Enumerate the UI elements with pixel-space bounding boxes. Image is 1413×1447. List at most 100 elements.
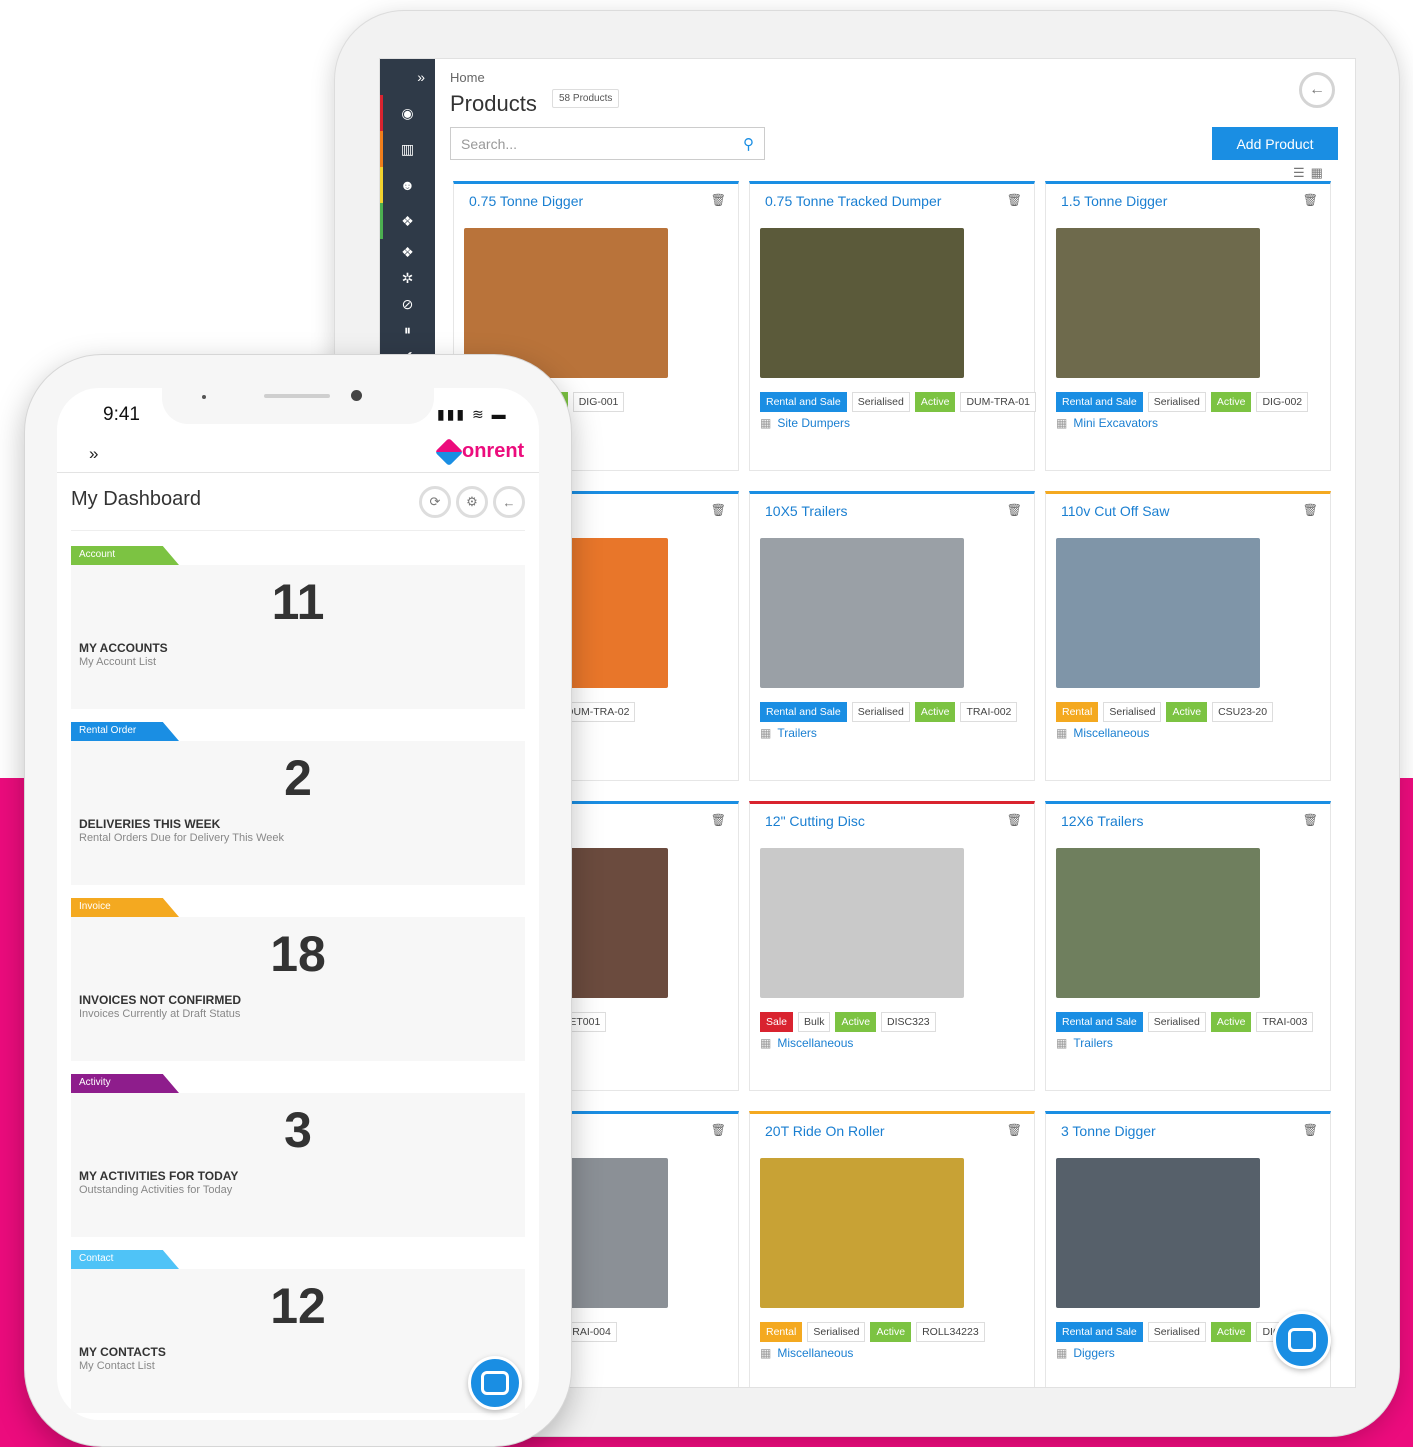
sidebar-item-blocked[interactable]: ⊘ (380, 291, 435, 317)
product-category[interactable]: ▦ Miscellaneous (760, 1036, 853, 1050)
product-card[interactable]: 12" Cutting Disc 🗑 Sale Bulk Active DISC323… (749, 801, 1035, 1091)
product-tag: Active (835, 1012, 877, 1032)
product-title[interactable]: 3 Tonne Digger (1061, 1123, 1156, 1139)
product-image[interactable] (760, 538, 964, 688)
search-input[interactable]: Search... ⚲ (450, 127, 765, 160)
product-title[interactable]: 0.75 Tonne Digger (469, 193, 583, 209)
product-category[interactable]: ▦ Trailers (1056, 1036, 1113, 1050)
sidebar-item-contacts[interactable]: ☻ (380, 167, 435, 203)
back-button[interactable]: ← (493, 486, 525, 518)
trash-icon[interactable]: 🗑 (1007, 1123, 1022, 1137)
product-card[interactable]: 12X6 Trailers 🗑 Rental and Sale Serialise… (1045, 801, 1331, 1091)
list-view-icon[interactable]: ☰ (1293, 165, 1311, 180)
product-title[interactable]: 12X6 Trailers (1061, 813, 1143, 829)
title-divider (71, 530, 525, 531)
dashboard-card[interactable]: Account 11 MY ACCOUNTS My Account List (71, 546, 525, 709)
back-button[interactable]: ← (1299, 72, 1335, 108)
card-value: 12 (270, 1278, 326, 1334)
product-image[interactable] (1056, 848, 1260, 998)
sidebar-stripe (380, 203, 383, 239)
refresh-button[interactable]: ⟳ (419, 486, 451, 518)
trash-icon[interactable]: 🗑 (1303, 193, 1318, 207)
trash-icon[interactable]: 🗑 (711, 813, 726, 827)
trash-icon[interactable]: 🗑 (1303, 813, 1318, 827)
sidebar-item-catalog[interactable]: ▥ (380, 131, 435, 167)
category-icon: ▦ (760, 726, 772, 740)
product-tag: Serialised (1147, 1322, 1206, 1342)
product-image[interactable] (1056, 1158, 1260, 1308)
grid-view-icon[interactable]: ▦ (1311, 165, 1329, 180)
product-card[interactable]: 20T Ride On Roller 🗑 Rental Serialised Act… (749, 1111, 1035, 1387)
category-label: Trailers (1073, 1036, 1113, 1050)
trash-icon[interactable]: 🗑 (1303, 503, 1318, 517)
product-title[interactable]: 20T Ride On Roller (765, 1123, 885, 1139)
menu-expand-icon[interactable]: » (89, 444, 98, 464)
card-subtitle: Invoices Currently at Draft Status (79, 1008, 241, 1020)
product-title[interactable]: 12" Cutting Disc (765, 813, 865, 829)
card-ribbon: Rental Order (71, 722, 179, 741)
dashboard-title: My Dashboard (71, 488, 202, 510)
card-body: 18 INVOICES NOT CONFIRMED Invoices Curre… (71, 917, 525, 1061)
sidebar-item-dashboard[interactable]: ◉ (380, 95, 435, 131)
expand-icon[interactable]: » (380, 59, 435, 95)
trash-icon[interactable]: 🗑 (1007, 193, 1022, 207)
view-toggle: ☰▦ (1293, 165, 1329, 181)
product-category[interactable]: ▦ Diggers (1056, 1346, 1115, 1360)
book-icon: ▥ (400, 140, 415, 157)
product-tag: Rental (1056, 702, 1099, 722)
trash-icon[interactable]: 🗑 (1007, 503, 1022, 517)
product-tag: ROLL34223 (916, 1322, 985, 1342)
cubes-icon: ❖ (401, 212, 414, 229)
dashboard-card[interactable]: Activity 3 MY ACTIVITIES FOR TODAY Outst… (71, 1074, 525, 1237)
product-tag: Rental (760, 1322, 803, 1342)
trash-icon[interactable]: 🗑 (711, 193, 726, 207)
sidebar-item-paused[interactable]: ⏸ (380, 317, 435, 343)
product-category[interactable]: ▦ Site Dumpers (760, 416, 850, 430)
product-image[interactable] (1056, 538, 1260, 688)
product-card[interactable]: 0.75 Tonne Tracked Dumper 🗑 Rental and S… (749, 181, 1037, 471)
trash-icon[interactable]: 🗑 (711, 503, 726, 517)
add-product-button[interactable]: Add Product (1212, 127, 1338, 160)
product-tags: Rental and Sale Serialised Active DIG-002 (1056, 392, 1309, 412)
category-label: Miscellaneous (777, 1036, 854, 1050)
category-label: Trailers (777, 726, 817, 740)
product-tag: Rental and Sale (1056, 1012, 1143, 1032)
chat-icon (1288, 1328, 1316, 1352)
product-category[interactable]: ▦ Miscellaneous (760, 1346, 853, 1360)
product-card[interactable]: 1.5 Tonne Digger 🗑 Rental and Sale Serial… (1045, 181, 1331, 471)
product-category[interactable]: ▦ Trailers (760, 726, 817, 740)
card-label: MY ACCOUNTS (79, 641, 168, 655)
product-title[interactable]: 10X5 Trailers (765, 503, 847, 519)
card-value: 11 (271, 574, 325, 630)
product-image[interactable] (760, 228, 964, 378)
product-tags: Sale Bulk Active DISC323 (760, 1012, 936, 1032)
product-tag: Serialised (1147, 392, 1206, 412)
trash-icon[interactable]: 🗑 (1303, 1123, 1318, 1137)
product-title[interactable]: 110v Cut Off Saw (1061, 503, 1169, 519)
settings-button[interactable]: ⚙ (456, 486, 488, 518)
sidebar-item-stock[interactable]: ❖ (380, 239, 435, 265)
phone-screen: 9:41 ▮▮▮ ≋ ▬ » onrent My Dashboard ⟳ ⚙ ←… (57, 388, 539, 1420)
sidebar-item-products[interactable]: ❖ (380, 203, 435, 239)
product-image[interactable] (1056, 228, 1260, 378)
status-icons: ▮▮▮ ≋ ▬ (437, 406, 508, 422)
trash-icon[interactable]: 🗑 (711, 1123, 726, 1137)
trash-icon[interactable]: 🗑 (1007, 813, 1022, 827)
search-icon[interactable]: ⚲ (743, 135, 754, 153)
product-title[interactable]: 1.5 Tonne Digger (1061, 193, 1167, 209)
sidebar-item-settings[interactable]: ✲ (380, 265, 435, 291)
dashboard-card[interactable]: Invoice 18 INVOICES NOT CONFIRMED Invoic… (71, 898, 525, 1061)
category-icon: ▦ (760, 416, 772, 430)
product-card[interactable]: 110v Cut Off Saw 🗑 Rental Serialised Activ… (1045, 491, 1331, 781)
breadcrumb[interactable]: Home (450, 70, 485, 85)
product-category[interactable]: ▦ Miscellaneous (1056, 726, 1149, 740)
chat-button[interactable] (1273, 1311, 1331, 1369)
product-category[interactable]: ▦ Mini Excavators (1056, 416, 1158, 430)
product-card[interactable]: 10X5 Trailers 🗑 Rental and Sale Serialise… (749, 491, 1035, 781)
product-title[interactable]: 0.75 Tonne Tracked Dumper (765, 193, 941, 209)
dashboard-card[interactable]: Rental Order 2 DELIVERIES THIS WEEK Rent… (71, 722, 525, 885)
phone-chat-button[interactable] (468, 1356, 522, 1410)
dashboard-card[interactable]: Contact 12 MY CONTACTS My Contact List (71, 1250, 525, 1413)
product-image[interactable] (760, 1158, 964, 1308)
product-image[interactable] (760, 848, 964, 998)
